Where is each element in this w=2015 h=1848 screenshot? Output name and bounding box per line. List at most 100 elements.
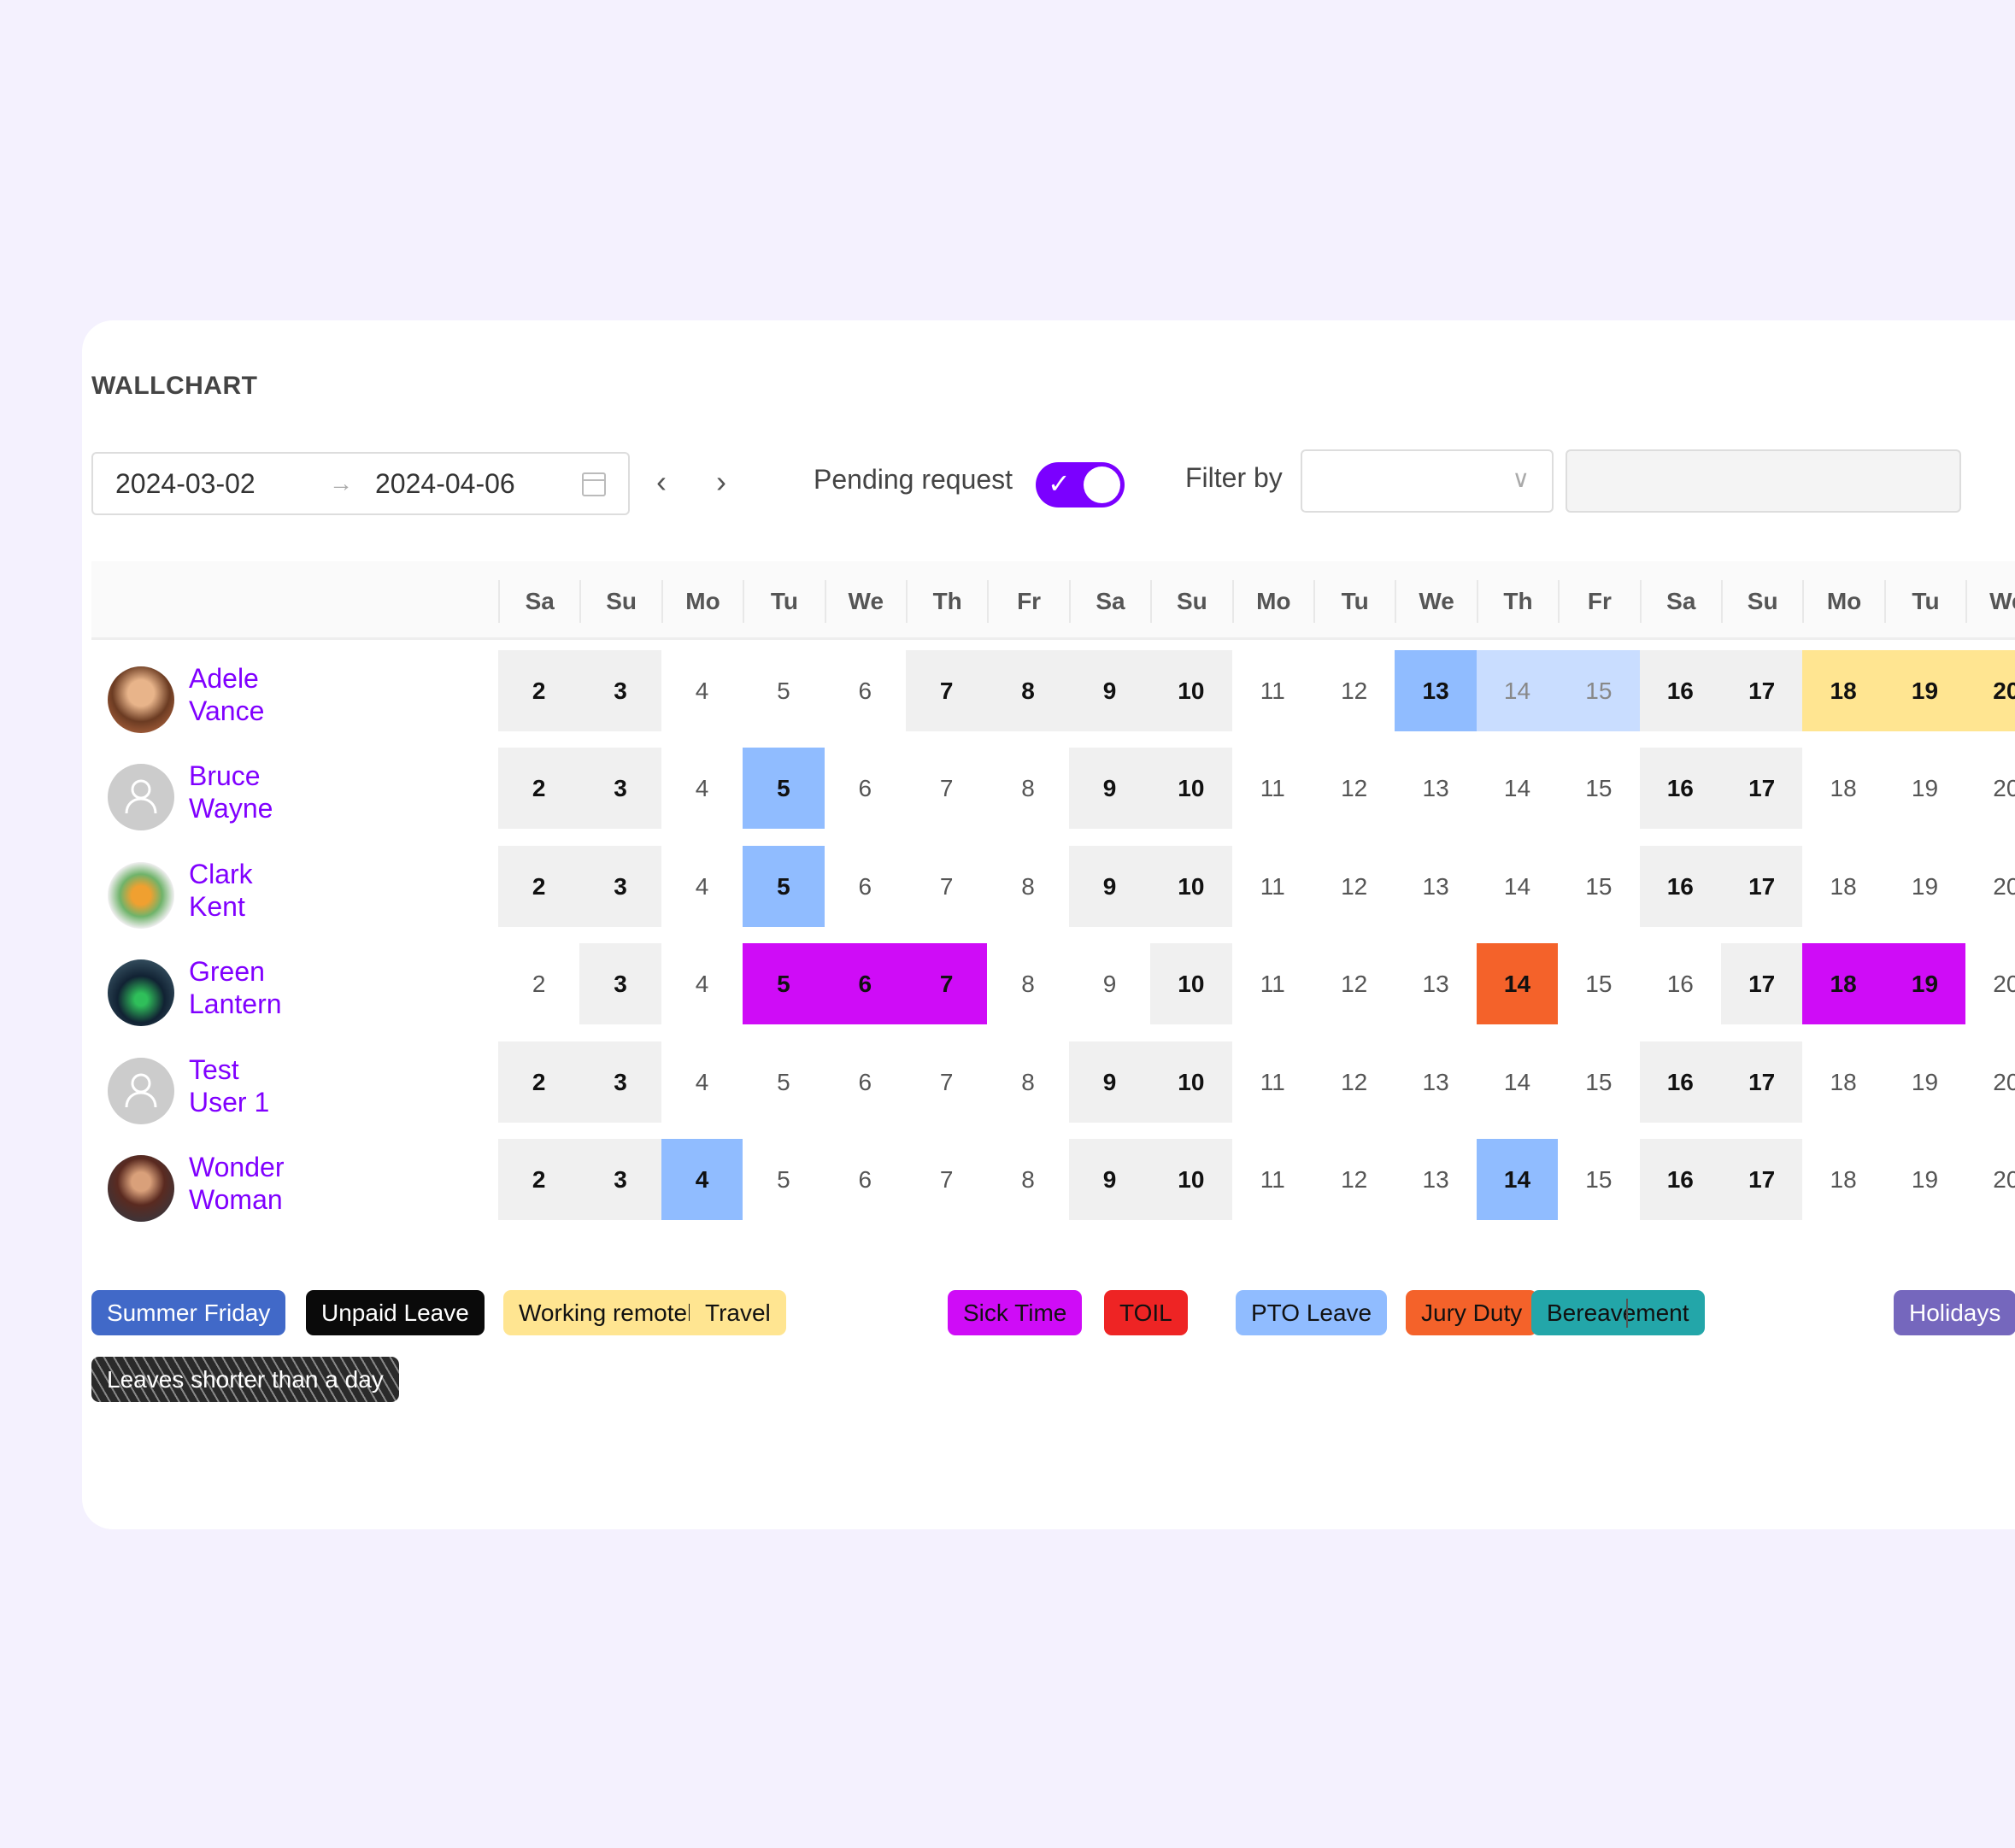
day-cell[interactable]: 10 bbox=[1150, 650, 1232, 731]
day-cell[interactable]: 3 bbox=[579, 650, 661, 731]
day-cell[interactable]: 5 bbox=[743, 650, 824, 731]
day-cell[interactable]: 16 bbox=[1639, 650, 1721, 731]
chevron-right-icon[interactable]: › bbox=[716, 464, 726, 500]
day-cell[interactable]: 19 bbox=[1884, 1041, 1965, 1123]
day-cell[interactable]: 2 bbox=[498, 1139, 580, 1220]
day-cell[interactable]: 15 bbox=[1558, 943, 1639, 1024]
day-cell[interactable]: 6 bbox=[825, 1139, 906, 1220]
day-cell[interactable]: 16 bbox=[1640, 943, 1721, 1024]
day-cell[interactable]: 7 bbox=[906, 846, 987, 927]
day-cell[interactable]: 14 bbox=[1477, 846, 1558, 927]
day-cell[interactable]: 2 bbox=[498, 748, 580, 830]
day-cell[interactable]: 10 bbox=[1150, 845, 1232, 927]
day-cell[interactable]: 17 bbox=[1721, 1041, 1803, 1123]
day-cell[interactable]: 3 bbox=[579, 1041, 661, 1123]
day-cell[interactable]: 18 bbox=[1802, 748, 1883, 829]
day-cell[interactable]: 8 bbox=[987, 748, 1068, 829]
day-cell[interactable]: 8 bbox=[987, 1139, 1068, 1220]
filter-select[interactable]: ∨ bbox=[1301, 449, 1554, 513]
day-cell[interactable]: 4 bbox=[661, 650, 743, 731]
day-cell[interactable]: 12 bbox=[1313, 943, 1395, 1024]
day-cell[interactable]: 7 bbox=[906, 943, 988, 1025]
day-cell[interactable]: 4 bbox=[661, 748, 743, 829]
day-cell[interactable]: 20 bbox=[1965, 846, 2015, 927]
day-cell[interactable]: 12 bbox=[1313, 1139, 1395, 1220]
employee-name[interactable]: Clark Kent bbox=[189, 858, 317, 923]
day-cell[interactable]: 17 bbox=[1721, 748, 1803, 830]
day-cell[interactable]: 8 bbox=[987, 1041, 1068, 1123]
day-cell[interactable]: 14 bbox=[1477, 748, 1558, 829]
day-cell[interactable]: 5 bbox=[743, 943, 825, 1025]
day-cell[interactable]: 17 bbox=[1721, 1139, 1803, 1220]
day-cell[interactable]: 13 bbox=[1395, 1139, 1476, 1220]
day-cell[interactable]: 6 bbox=[825, 846, 906, 927]
day-cell[interactable]: 18 bbox=[1802, 846, 1883, 927]
day-cell[interactable]: 20 bbox=[1965, 748, 2015, 829]
day-cell[interactable]: 7 bbox=[906, 650, 988, 731]
day-cell[interactable]: 5 bbox=[743, 1041, 824, 1123]
day-cell[interactable]: 10 bbox=[1150, 1041, 1232, 1123]
day-cell[interactable]: 14 bbox=[1476, 1139, 1559, 1220]
day-cell[interactable]: 9 bbox=[1068, 748, 1151, 830]
day-cell[interactable]: 20 bbox=[1965, 1139, 2015, 1220]
day-cell[interactable]: 10 bbox=[1150, 1139, 1232, 1220]
day-cell[interactable]: 14 bbox=[1477, 1041, 1558, 1123]
day-cell[interactable]: 6 bbox=[825, 650, 906, 731]
day-cell[interactable]: 7 bbox=[906, 748, 987, 829]
day-cell[interactable]: 17 bbox=[1721, 943, 1803, 1025]
pending-request-toggle[interactable]: ✓ bbox=[1036, 462, 1125, 507]
day-cell[interactable]: 3 bbox=[579, 845, 661, 927]
day-cell[interactable]: 11 bbox=[1232, 943, 1313, 1024]
day-cell[interactable]: 7 bbox=[906, 1041, 987, 1123]
day-cell[interactable]: 17 bbox=[1721, 650, 1803, 731]
day-cell[interactable]: 8 bbox=[987, 650, 1069, 731]
day-cell[interactable]: 10 bbox=[1150, 943, 1232, 1025]
day-cell[interactable]: 15 bbox=[1558, 1041, 1639, 1123]
day-cell[interactable]: 11 bbox=[1232, 748, 1313, 829]
day-cell[interactable]: 10 bbox=[1150, 748, 1232, 830]
day-cell[interactable]: 2 bbox=[498, 1041, 580, 1123]
filter-value-input[interactable] bbox=[1566, 449, 1961, 513]
day-cell[interactable]: 19 bbox=[1883, 943, 1966, 1025]
day-cell[interactable]: 18 bbox=[1802, 1139, 1883, 1220]
day-cell[interactable]: 11 bbox=[1232, 650, 1313, 731]
day-cell[interactable]: 9 bbox=[1068, 650, 1151, 731]
day-cell[interactable]: 15 bbox=[1558, 748, 1639, 829]
day-cell[interactable]: 16 bbox=[1639, 845, 1721, 927]
employee-name[interactable]: Bruce Wayne bbox=[189, 760, 317, 824]
day-cell[interactable]: 6 bbox=[824, 943, 906, 1025]
end-date[interactable]: 2024-04-06 bbox=[375, 468, 572, 500]
day-cell[interactable]: 6 bbox=[825, 1041, 906, 1123]
day-cell[interactable]: 13 bbox=[1395, 1041, 1476, 1123]
day-cell[interactable]: 7 bbox=[906, 1139, 987, 1220]
day-cell[interactable]: 13 bbox=[1395, 846, 1476, 927]
day-cell[interactable]: 3 bbox=[579, 943, 661, 1025]
day-cell[interactable]: 9 bbox=[1069, 943, 1150, 1024]
day-cell[interactable]: 5 bbox=[743, 748, 825, 830]
day-cell[interactable]: 3 bbox=[579, 1139, 661, 1220]
chevron-left-icon[interactable]: ‹ bbox=[656, 464, 667, 500]
employee-name[interactable]: Test User 1 bbox=[189, 1053, 317, 1118]
day-cell[interactable]: 16 bbox=[1639, 1139, 1721, 1220]
start-date[interactable]: 2024-03-02 bbox=[115, 468, 329, 500]
day-cell[interactable]: 11 bbox=[1232, 1139, 1313, 1220]
day-cell[interactable]: 15 bbox=[1558, 846, 1639, 927]
day-cell[interactable]: 18 bbox=[1802, 943, 1884, 1025]
day-cell[interactable]: 12 bbox=[1313, 846, 1395, 927]
day-cell[interactable]: 18 bbox=[1802, 650, 1884, 731]
day-cell[interactable]: 9 bbox=[1068, 845, 1151, 927]
day-cell[interactable]: 11 bbox=[1232, 846, 1313, 927]
day-cell[interactable]: 9 bbox=[1068, 1041, 1151, 1123]
day-cell[interactable]: 19 bbox=[1884, 748, 1965, 829]
day-cell[interactable]: 3 bbox=[579, 748, 661, 830]
day-cell[interactable]: 4 bbox=[661, 1041, 743, 1123]
day-cell[interactable]: 14 bbox=[1476, 650, 1559, 731]
day-cell[interactable]: 16 bbox=[1639, 748, 1721, 830]
day-cell[interactable]: 20 bbox=[1965, 943, 2015, 1024]
day-cell[interactable]: 20 bbox=[1965, 650, 2015, 731]
day-cell[interactable]: 15 bbox=[1558, 1139, 1639, 1220]
day-cell[interactable]: 18 bbox=[1802, 1041, 1883, 1123]
employee-name[interactable]: Wonder Woman bbox=[189, 1151, 317, 1216]
day-cell[interactable]: 8 bbox=[987, 943, 1068, 1024]
day-cell[interactable]: 16 bbox=[1639, 1041, 1721, 1123]
